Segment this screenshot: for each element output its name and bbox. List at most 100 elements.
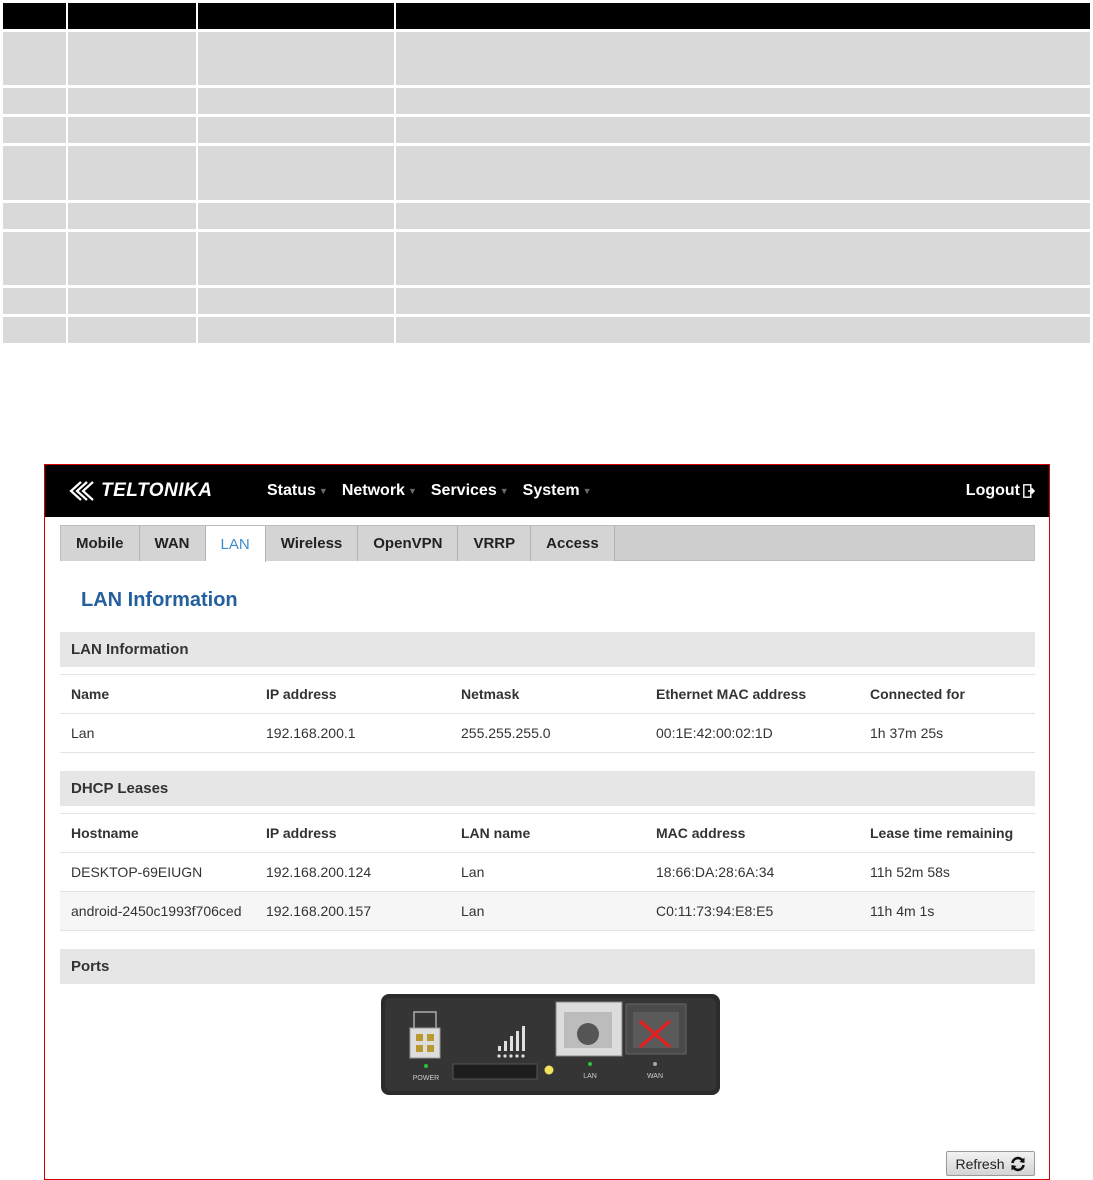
refresh-icon — [1010, 1156, 1025, 1171]
hostname-cell: DESKTOP-69EIUGN — [60, 852, 255, 892]
menu-services-label: Services — [430, 482, 497, 499]
column-header: Lease time remaining — [859, 813, 1035, 853]
column-header: IP address — [255, 674, 450, 714]
tab-label: Mobile — [76, 535, 124, 552]
lease-time-cell: 11h 4m 1s — [859, 891, 1035, 931]
tab-label: Access — [546, 535, 599, 552]
menu-status[interactable]: Status ▼ — [267, 482, 328, 500]
teltonika-logo[interactable]: TELTONIKA — [63, 479, 212, 503]
table-row: android-2450c1993f706ced 192.168.200.157… — [60, 891, 1035, 931]
wan-port-label: WAN — [647, 1073, 663, 1080]
column-header: Connected for — [859, 674, 1035, 714]
lease-time-cell: 11h 52m 58s — [859, 852, 1035, 892]
menu-system-label: System — [522, 482, 580, 499]
tab-mobile[interactable]: Mobile — [61, 526, 140, 561]
chevron-down-icon: ▼ — [407, 486, 417, 496]
ip-cell: 192.168.200.124 — [255, 852, 450, 892]
logout-link[interactable]: Logout — [966, 482, 1035, 500]
lan-ip-cell: 192.168.200.1 — [255, 713, 450, 753]
signal-bar — [516, 1031, 519, 1051]
status-led — [544, 1065, 554, 1075]
top-navigation-bar: TELTONIKA Status ▼ Network ▼ Services ▼ Sys… — [45, 465, 1049, 517]
background-table — [3, 3, 1090, 346]
signal-bar — [522, 1026, 525, 1051]
chevron-down-icon: ▼ — [499, 486, 509, 496]
column-header: Name — [60, 674, 255, 714]
wan-led — [653, 1062, 657, 1066]
table-header-row: Hostname IP address LAN name MAC address… — [60, 813, 1035, 853]
menu-network-label: Network — [341, 482, 405, 499]
tab-access[interactable]: Access — [531, 526, 615, 561]
power-pin — [427, 1034, 434, 1041]
column-header: Ethernet MAC address — [645, 674, 859, 714]
tab-wireless[interactable]: Wireless — [265, 526, 359, 561]
lan-name-cell: Lan — [450, 852, 645, 892]
menu-network[interactable]: Network ▼ — [342, 482, 417, 500]
menu-status-label: Status — [267, 482, 316, 499]
logout-icon — [1023, 484, 1035, 498]
column-header: IP address — [255, 813, 450, 853]
signal-dot — [515, 1054, 519, 1058]
column-header: Netmask — [450, 674, 645, 714]
lan-connected-for-cell: 1h 37m 25s — [859, 713, 1035, 753]
dhcp-leases-section-header: DHCP Leases — [60, 771, 1035, 806]
tab-label: LAN — [220, 535, 250, 553]
wan-port-socket — [633, 1012, 679, 1048]
signal-bar — [510, 1036, 513, 1051]
sim-slot — [452, 1063, 538, 1080]
power-pin — [427, 1045, 434, 1052]
page-title: LAN Information — [81, 589, 238, 611]
refresh-label: Refresh — [955, 1155, 1005, 1172]
menu-system[interactable]: System ▼ — [523, 482, 592, 500]
router-web-ui: TELTONIKA Status ▼ Network ▼ Services ▼ Sys… — [44, 464, 1050, 1180]
column-header: LAN name — [450, 813, 645, 853]
power-pin — [416, 1034, 423, 1041]
table-row: DESKTOP-69EIUGN 192.168.200.124 Lan 18:6… — [60, 852, 1035, 892]
main-menu: Status ▼ Network ▼ Services ▼ System ▼ — [267, 482, 605, 500]
signal-dot — [509, 1054, 513, 1058]
lan-netmask-cell: 255.255.255.0 — [450, 713, 645, 753]
power-connector — [409, 1027, 441, 1059]
lan-information-table: Name IP address Netmask Ethernet MAC add… — [60, 674, 1035, 753]
signal-bar — [498, 1046, 501, 1051]
ip-cell: 192.168.200.157 — [255, 891, 450, 931]
column-header: MAC address — [645, 813, 859, 853]
tab-vrrp[interactable]: VRRP — [458, 526, 532, 561]
signal-bar — [504, 1041, 507, 1051]
lan-name-cell: Lan — [60, 713, 255, 753]
signal-dot — [503, 1054, 507, 1058]
table-header-row: Name IP address Netmask Ethernet MAC add… — [60, 674, 1035, 714]
logout-label: Logout — [965, 482, 1020, 499]
teltonika-logo-icon — [69, 481, 94, 501]
lan-port-cable — [577, 1023, 599, 1045]
lan-led — [588, 1062, 592, 1066]
router-ports-diagram: POWER LAN WAN — [381, 994, 720, 1095]
mac-cell: 18:66:DA:28:6A:34 — [645, 852, 859, 892]
chevron-down-icon: ▼ — [318, 486, 328, 496]
tab-label: WAN — [154, 535, 190, 552]
power-pin — [416, 1045, 423, 1052]
chevron-down-icon: ▼ — [582, 486, 592, 496]
tab-label: VRRP — [473, 535, 516, 552]
power-port-label: POWER — [413, 1075, 439, 1082]
tab-openvpn[interactable]: OpenVPN — [358, 526, 459, 561]
lan-mac-cell: 00:1E:42:00:02:1D — [645, 713, 859, 753]
network-tabs: Mobile WAN LAN Wireless OpenVPN VRRP Acc… — [60, 525, 1035, 562]
menu-services[interactable]: Services ▼ — [431, 482, 509, 500]
logo-text: TELTONIKA — [101, 480, 213, 501]
lan-name-cell: Lan — [450, 891, 645, 931]
mac-cell: C0:11:73:94:E8:E5 — [645, 891, 859, 931]
lan-port-label: LAN — [583, 1073, 597, 1080]
dhcp-leases-table: Hostname IP address LAN name MAC address… — [60, 813, 1035, 931]
tab-wan[interactable]: WAN — [139, 526, 206, 561]
ports-section-header: Ports — [60, 949, 1035, 984]
column-header: Hostname — [60, 813, 255, 853]
signal-dot — [521, 1054, 525, 1058]
tab-lan[interactable]: LAN — [205, 526, 266, 562]
hostname-cell: android-2450c1993f706ced — [60, 891, 255, 931]
tab-label: OpenVPN — [373, 535, 443, 552]
refresh-button[interactable]: Refresh — [946, 1151, 1035, 1176]
tab-label: Wireless — [280, 535, 343, 552]
table-row: Lan 192.168.200.1 255.255.255.0 00:1E:42… — [60, 713, 1035, 753]
signal-dot — [497, 1054, 501, 1058]
